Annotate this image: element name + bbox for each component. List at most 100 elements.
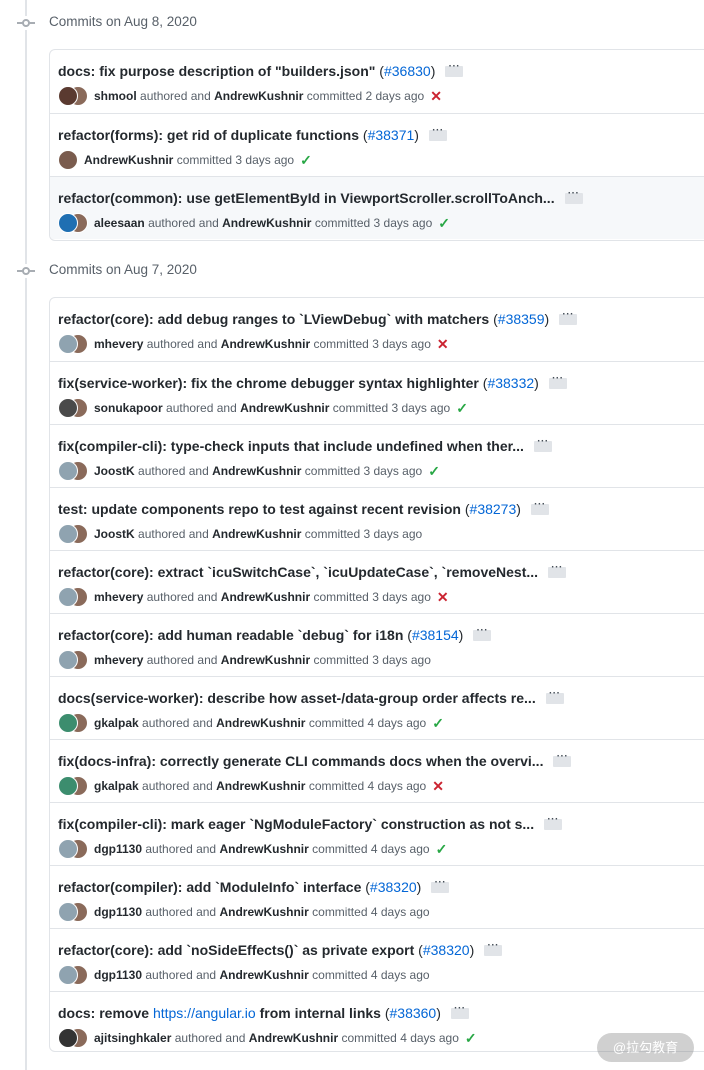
author-avatar[interactable] [58,86,78,106]
committed-text: committed [306,89,363,103]
author-link[interactable]: mhevery [94,590,143,604]
expand-message-button[interactable]: ··· [564,188,583,204]
author-link[interactable]: sonukapoor [94,401,163,415]
committer-link[interactable]: AndrewKushnir [219,842,308,856]
author-link[interactable]: dgp1130 [94,842,142,856]
expand-message-button[interactable]: ··· [548,562,567,578]
committer-link[interactable]: AndrewKushnir [249,1031,338,1045]
expand-message-button[interactable]: ··· [431,877,450,893]
commit-message-link[interactable]: docs: remove [58,1005,149,1021]
committer-link[interactable]: AndrewKushnir [216,716,305,730]
author-avatar[interactable] [58,334,78,354]
commit-message-link[interactable]: refactor(compiler): add `ModuleInfo` int… [58,879,361,895]
author-link[interactable]: gkalpak [94,779,139,793]
committer-link[interactable]: AndrewKushnir [221,337,310,351]
pr-link[interactable]: #38154 [412,627,459,643]
expand-message-button[interactable]: ··· [450,1003,469,1019]
committer-link[interactable]: AndrewKushnir [216,779,305,793]
author-avatar[interactable] [58,461,78,481]
author-link[interactable]: JoostK [94,527,135,541]
author-link[interactable]: mhevery [94,337,143,351]
author-link[interactable]: gkalpak [94,716,139,730]
expand-message-button[interactable]: ··· [428,125,447,141]
expand-message-button[interactable]: ··· [533,436,552,452]
authored-text: authored and [142,779,213,793]
success-check-icon[interactable]: ✓ [438,215,450,232]
author-avatar[interactable] [58,150,78,170]
fail-x-icon[interactable]: ✕ [437,336,449,353]
author-link[interactable]: JoostK [94,464,135,478]
ellipsis-icon: ··· [534,498,546,510]
avatar-stack [58,334,88,354]
pr-link[interactable]: #38359 [498,311,545,327]
expand-message-button[interactable]: ··· [544,814,563,830]
committer-link[interactable]: AndrewKushnir [221,590,310,604]
commit-message-link[interactable]: fix(compiler-cli): mark eager `NgModuleF… [58,816,534,832]
commit-message-link[interactable]: fix(compiler-cli): type-check inputs tha… [58,438,524,454]
author-avatar[interactable] [58,213,78,233]
pr-link[interactable]: #38332 [487,375,534,391]
committer-link[interactable]: AndrewKushnir [222,216,311,230]
commit-message-link[interactable]: refactor(core): add `noSideEffects()` as… [58,942,414,958]
success-check-icon[interactable]: ✓ [456,400,468,417]
committer-link[interactable]: AndrewKushnir [212,527,301,541]
commit-message-link[interactable]: test: update components repo to test aga… [58,501,461,517]
author-link[interactable]: dgp1130 [94,905,142,919]
expand-message-button[interactable]: ··· [473,625,492,641]
fail-x-icon[interactable]: ✕ [430,88,442,105]
pr-link[interactable]: #36830 [384,63,431,79]
commit-message-link[interactable]: refactor(forms): get rid of duplicate fu… [58,127,359,143]
expand-message-button[interactable]: ··· [548,373,567,389]
success-check-icon[interactable]: ✓ [300,152,312,169]
commit-message-link[interactable]: refactor(core): add human readable `debu… [58,627,403,643]
external-link[interactable]: https://angular.io [153,1005,256,1021]
expand-message-button[interactable]: ··· [553,751,572,767]
pr-link[interactable]: #38320 [423,942,470,958]
author-link[interactable]: dgp1130 [94,968,142,982]
commit-message-link[interactable]: refactor(common): use getElementById in … [58,190,555,206]
pr-link[interactable]: #38320 [370,879,417,895]
expand-message-button[interactable]: ··· [484,940,503,956]
expand-message-button[interactable]: ··· [559,309,578,325]
success-check-icon[interactable]: ✓ [436,841,448,858]
author-link[interactable]: mhevery [94,653,143,667]
commit-message-link[interactable]: fix(docs-infra): correctly generate CLI … [58,753,543,769]
author-avatar[interactable] [58,965,78,985]
author-avatar[interactable] [58,398,78,418]
commit-message-rest[interactable]: from internal links [260,1005,381,1021]
expand-message-button[interactable]: ··· [545,688,564,704]
committer-link[interactable]: AndrewKushnir [219,968,308,982]
author-avatar[interactable] [58,713,78,733]
author-link[interactable]: shmool [94,89,137,103]
pr-link[interactable]: #38273 [470,501,517,517]
committer-link[interactable]: AndrewKushnir [221,653,310,667]
author-link[interactable]: aleesaan [94,216,145,230]
commit-message-link[interactable]: refactor(core): add debug ranges to `LVi… [58,311,489,327]
author-link[interactable]: AndrewKushnir [84,153,173,167]
committer-link[interactable]: AndrewKushnir [212,464,301,478]
author-avatar[interactable] [58,587,78,607]
fail-x-icon[interactable]: ✕ [437,589,449,606]
fail-x-icon[interactable]: ✕ [432,778,444,795]
success-check-icon[interactable]: ✓ [465,1030,477,1047]
committer-link[interactable]: AndrewKushnir [214,89,303,103]
author-avatar[interactable] [58,650,78,670]
committer-link[interactable]: AndrewKushnir [219,905,308,919]
commit-message-link[interactable]: docs(service-worker): describe how asset… [58,690,536,706]
author-avatar[interactable] [58,839,78,859]
author-avatar[interactable] [58,524,78,544]
expand-message-button[interactable]: ··· [530,499,549,515]
author-link[interactable]: ajitsinghkaler [94,1031,171,1045]
author-avatar[interactable] [58,776,78,796]
expand-message-button[interactable]: ··· [445,61,464,77]
pr-link[interactable]: #38371 [368,127,415,143]
author-avatar[interactable] [58,1028,78,1048]
pr-link[interactable]: #38360 [390,1005,437,1021]
success-check-icon[interactable]: ✓ [432,715,444,732]
committer-link[interactable]: AndrewKushnir [240,401,329,415]
commit-message-link[interactable]: docs: fix purpose description of "builde… [58,63,375,79]
success-check-icon[interactable]: ✓ [428,463,440,480]
author-avatar[interactable] [58,902,78,922]
commit-message-link[interactable]: refactor(core): extract `icuSwitchCase`,… [58,564,538,580]
commit-message-link[interactable]: fix(service-worker): fix the chrome debu… [58,375,479,391]
